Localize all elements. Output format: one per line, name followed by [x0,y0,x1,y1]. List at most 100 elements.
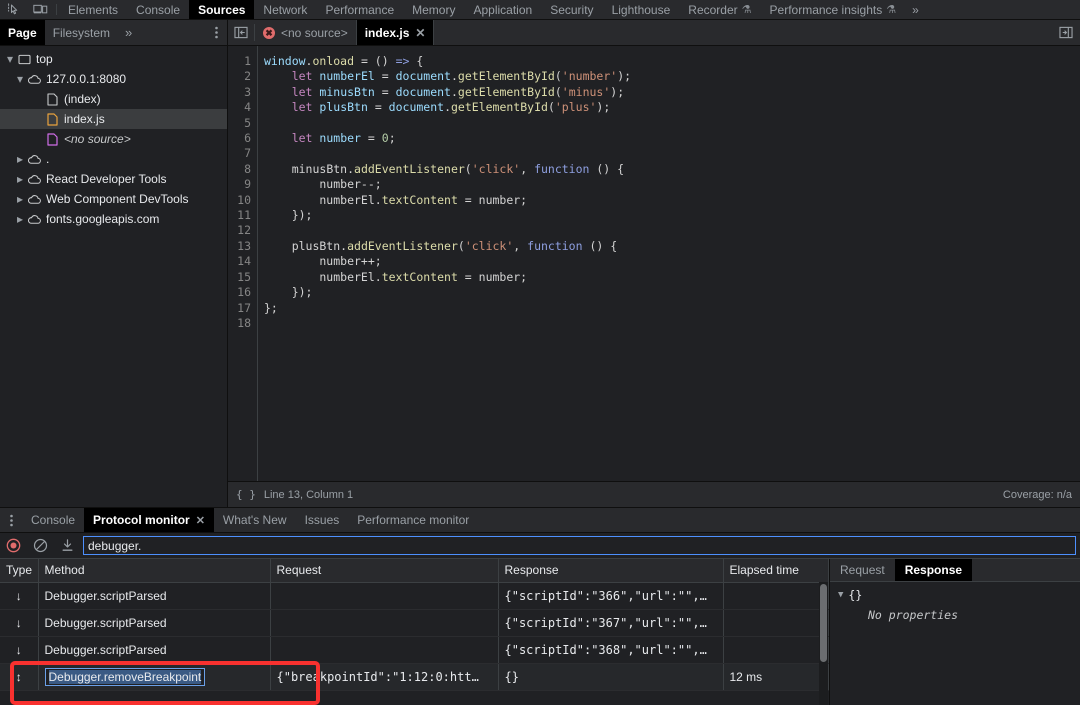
cell-response: {} [498,663,724,691]
tab-sources[interactable]: Sources [189,0,255,19]
tab-label: Performance insights [769,2,883,17]
tab-elements[interactable]: Elements [59,0,127,19]
cell-method[interactable]: Debugger.scriptParsed [38,636,271,664]
detail-tab-response[interactable]: Response [894,559,973,581]
editor-tab-label: index.js [364,25,410,40]
navigator-menu-button[interactable] [205,20,227,45]
table-row[interactable]: ↕ Debugger.removeBreakpoint {"breakpoint… [0,663,829,691]
device-toolbar-icon[interactable] [27,0,54,19]
tab-application[interactable]: Application [464,0,541,19]
chevron-right-icon[interactable]: ▸ [14,212,26,226]
cell-elapsed-time [723,582,829,610]
drawer-tab-protocol-monitor[interactable]: Protocol monitor ✕ [84,508,214,532]
tree-item-dot[interactable]: ▸ . [0,149,227,169]
tree-item-react-developer-tools[interactable]: ▸ React Developer Tools [0,169,227,189]
nav-tab-page[interactable]: Page [0,20,45,45]
cell-response: {"scriptId":"366","url":"",… [498,582,724,610]
script-icon [44,112,60,126]
cell-request [270,609,499,637]
navigator-pane: Page Filesystem » ▾ top ▾ 127.0.0.1:8080… [0,20,228,507]
cursor-position: Line 13, Column 1 [263,488,354,501]
table-row[interactable]: ↓ Debugger.scriptParsed {"scriptId":"366… [0,582,829,610]
nav-tab-label: Filesystem [52,25,111,40]
drawer-panel: Console Protocol monitor ✕ What's New Is… [0,507,1080,705]
method-edit-text: Debugger.removeBreakpoint [48,669,202,684]
record-icon[interactable] [0,533,27,559]
tab-label: Lighthouse [611,2,671,17]
tab-label: Sources [198,2,246,17]
tree-item-index-js[interactable]: ▾ index.js [0,109,227,129]
code-content[interactable]: window.onload = () => { let numberEl = d… [258,46,1080,481]
cell-method[interactable]: Debugger.scriptParsed [38,609,271,637]
tab-performance[interactable]: Performance [316,0,403,19]
tree-item-top[interactable]: ▾ top [0,49,227,69]
inspect-cursor-icon[interactable] [0,0,27,19]
chevron-right-icon[interactable]: ▸ [14,192,26,206]
nosource-icon [44,132,60,146]
drawer-tab-console[interactable]: Console [22,508,84,532]
download-icon[interactable] [54,533,81,559]
chevron-down-icon[interactable]: ▾ [14,72,26,86]
column-header-method[interactable]: Method [38,559,271,583]
editor-status-bar: { } Line 13, Column 1 Coverage: n/a [228,481,1080,507]
detail-tab-request[interactable]: Request [830,559,895,581]
code-editor[interactable]: 1 2 3 4 5 6 7 8 9 10 11 12 13 14 15 16 1… [228,46,1080,481]
scrollbar-thumb[interactable] [820,584,827,662]
tab-security[interactable]: Security [541,0,602,19]
tree-item-label: top [36,52,53,66]
coverage-status: Coverage: n/a [1002,488,1072,501]
navigator-more-button[interactable]: » [118,20,139,45]
tab-network[interactable]: Network [254,0,316,19]
column-header-request[interactable]: Request [270,559,499,583]
show-navigator-button[interactable] [228,20,254,45]
tree-item-index-document[interactable]: ▾ (index) [0,89,227,109]
editor-tab-no-source[interactable]: ✖ <no source> [255,20,357,45]
error-icon: ✖ [263,26,275,39]
cell-method-editing[interactable]: Debugger.removeBreakpoint [38,663,271,691]
drawer-body: Type Method Request Response Elapsed tim… [0,559,1080,705]
cell-elapsed-time [723,609,829,637]
drawer-tab-label: Protocol monitor [93,513,190,527]
json-root-row[interactable]: ▼ {} [838,588,1072,602]
experiment-flask-icon: ⚗ [886,4,897,16]
drawer-tab-performance-monitor[interactable]: Performance monitor [348,508,478,532]
chevron-right-icon[interactable]: ▸ [14,152,26,166]
chevron-right-icon[interactable]: ▸ [14,172,26,186]
tree-item-web-component-devtools[interactable]: ▸ Web Component DevTools [0,189,227,209]
column-header-elapsed-time[interactable]: Elapsed time [723,559,829,583]
close-icon[interactable]: ✕ [196,514,205,527]
protocol-monitor-table: Type Method Request Response Elapsed tim… [0,559,829,691]
tab-performance-insights[interactable]: Performance insights ⚗ [761,0,906,19]
method-edit-box[interactable]: Debugger.removeBreakpoint [44,667,206,686]
expand-drawer-button[interactable] [1052,20,1080,45]
table-row[interactable]: ↓ Debugger.scriptParsed {"scriptId":"368… [0,636,829,664]
filter-input[interactable] [83,536,1076,555]
tab-label: Console [136,2,181,17]
tree-item-no-source[interactable]: ▾ <no source> [0,129,227,149]
drawer-tab-issues[interactable]: Issues [296,508,349,532]
editor-tab-index-js[interactable]: index.js ✕ [356,20,435,45]
tab-lighthouse[interactable]: Lighthouse [603,0,680,19]
tab-label: Performance [325,2,395,17]
chevron-down-icon[interactable]: ▾ [4,52,16,66]
tab-memory[interactable]: Memory [403,0,464,19]
cell-request [270,582,499,610]
tree-item-origin[interactable]: ▾ 127.0.0.1:8080 [0,69,227,89]
tab-recorder[interactable]: Recorder ⚗ [679,0,760,19]
pretty-print-button[interactable]: { } [236,488,256,501]
more-tabs-button[interactable]: » [905,0,926,19]
chevron-down-icon[interactable]: ▼ [838,590,843,600]
cell-method[interactable]: Debugger.scriptParsed [38,582,271,610]
drawer-menu-button[interactable] [0,508,22,532]
tab-console[interactable]: Console [127,0,189,19]
tree-item-fonts-googleapis[interactable]: ▸ fonts.googleapis.com [0,209,227,229]
table-row[interactable]: ↓ Debugger.scriptParsed {"scriptId":"367… [0,609,829,637]
close-icon[interactable]: ✕ [415,26,425,40]
clear-icon[interactable] [27,533,54,559]
column-header-type[interactable]: Type [0,559,39,583]
table-scrollbar[interactable] [819,582,828,705]
drawer-tab-whats-new[interactable]: What's New [214,508,296,532]
column-header-response[interactable]: Response [498,559,724,583]
nav-tab-filesystem[interactable]: Filesystem [45,20,118,45]
